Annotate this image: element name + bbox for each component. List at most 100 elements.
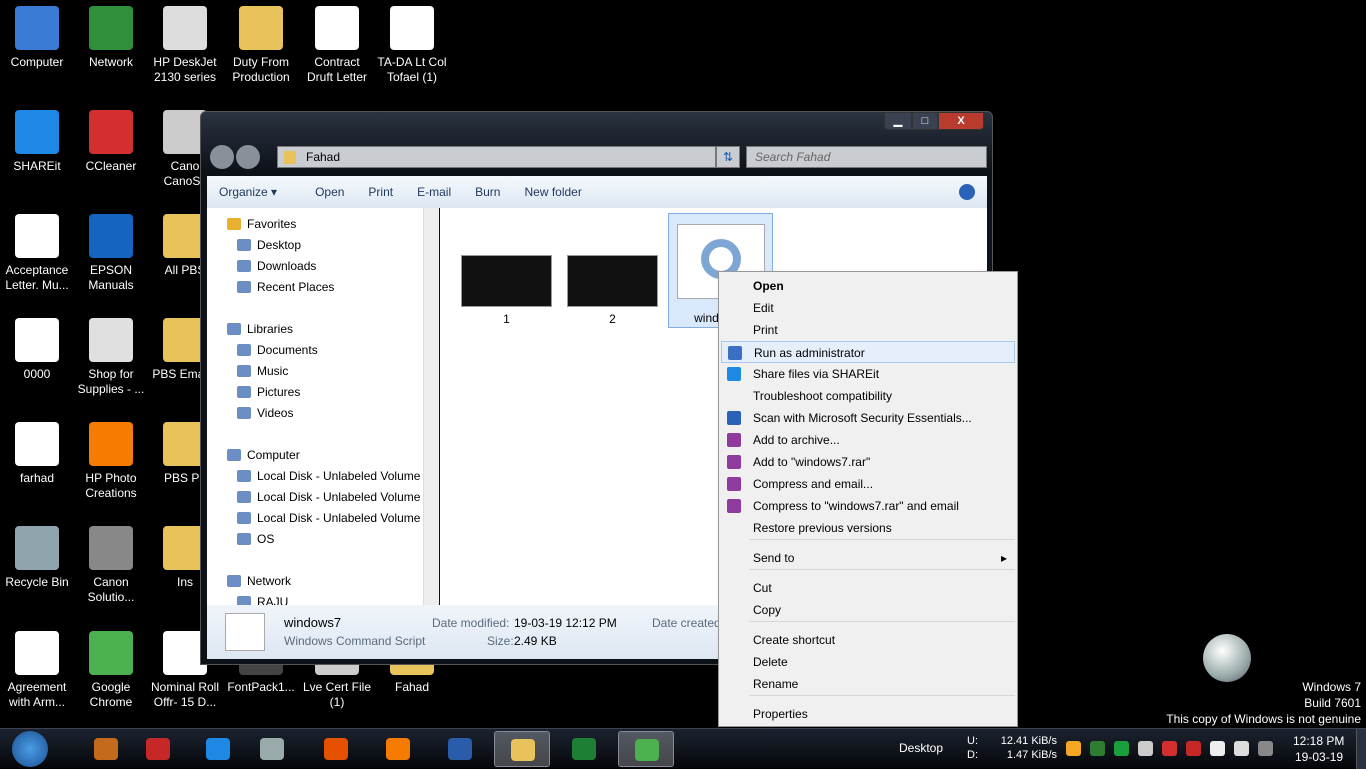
show-desktop-button[interactable] bbox=[1356, 729, 1366, 769]
desktop-icon[interactable]: Acceptance Letter. Mu... bbox=[0, 210, 74, 293]
back-button[interactable] bbox=[210, 145, 234, 169]
organize-button[interactable]: Organize ▾ bbox=[207, 185, 289, 199]
menu-item[interactable]: Cut bbox=[721, 577, 1015, 599]
menu-item-icon bbox=[727, 367, 741, 381]
desktop-icon[interactable]: EPSON Manuals bbox=[74, 210, 148, 293]
menu-item[interactable]: Delete bbox=[721, 651, 1015, 673]
nav-item[interactable]: Videos bbox=[237, 406, 293, 420]
taskbar-explorer-button[interactable] bbox=[494, 731, 550, 767]
clock-date[interactable]: 19-03-19 bbox=[1295, 750, 1343, 764]
nav-item[interactable]: Local Disk - Unlabeled Volume bbox=[237, 469, 420, 483]
nav-item[interactable]: Desktop bbox=[237, 238, 301, 252]
open-button[interactable]: Open bbox=[289, 185, 356, 199]
forward-button[interactable] bbox=[236, 145, 260, 169]
menu-item[interactable]: Compress and email... bbox=[721, 473, 1015, 495]
file-thumbnail[interactable] bbox=[567, 255, 658, 307]
taskbar-word-button[interactable] bbox=[432, 731, 488, 767]
maximize-button[interactable]: □ bbox=[912, 112, 938, 130]
desktop-icon[interactable]: TA-DA Lt Col Tofael (1) bbox=[375, 2, 449, 85]
clock-time[interactable]: 12:18 PM bbox=[1293, 734, 1344, 748]
print-button[interactable]: Print bbox=[356, 185, 405, 199]
ime-icon[interactable] bbox=[1066, 741, 1081, 756]
desktop-icon[interactable]: Duty From Production bbox=[224, 2, 298, 85]
taskbar-media-player-button[interactable] bbox=[78, 731, 134, 767]
volume-muted-icon[interactable] bbox=[1210, 741, 1225, 756]
desktop-icon[interactable]: farhad bbox=[0, 418, 74, 486]
desktop-icon[interactable]: Canon Solutio... bbox=[74, 522, 148, 605]
menu-item[interactable]: Compress to "windows7.rar" and email bbox=[721, 495, 1015, 517]
taskbar-excel-button[interactable] bbox=[556, 731, 612, 767]
gadget-icon[interactable] bbox=[1203, 634, 1251, 682]
menu-item[interactable]: Open bbox=[721, 275, 1015, 297]
acrobat-tray-icon[interactable] bbox=[1186, 741, 1201, 756]
new-folder-button[interactable]: New folder bbox=[512, 185, 593, 199]
desktop-icon[interactable]: Contract Druft Letter bbox=[300, 2, 374, 85]
nav-item[interactable]: Documents bbox=[237, 343, 318, 357]
desktop-icon-image bbox=[89, 6, 133, 50]
nav-scrollbar[interactable] bbox=[423, 208, 439, 605]
menu-item[interactable]: Create shortcut bbox=[721, 629, 1015, 651]
desktop-icon[interactable]: Google Chrome bbox=[74, 627, 148, 710]
sync-icon[interactable] bbox=[1114, 741, 1129, 756]
nav-group[interactable]: Libraries bbox=[227, 322, 293, 336]
desktop-icon[interactable]: HP Photo Creations bbox=[74, 418, 148, 501]
nav-item[interactable]: OS bbox=[237, 532, 274, 546]
nav-group[interactable]: Computer bbox=[227, 448, 300, 462]
menu-item[interactable]: Add to "windows7.rar" bbox=[721, 451, 1015, 473]
ccleaner-icon[interactable] bbox=[1162, 741, 1177, 756]
menu-item[interactable]: Properties bbox=[721, 703, 1015, 725]
close-button[interactable]: X bbox=[938, 112, 984, 130]
desktop-icon[interactable]: 0000 bbox=[0, 314, 74, 382]
taskbar-firefox-button[interactable] bbox=[308, 731, 364, 767]
file-thumbnail[interactable] bbox=[461, 255, 552, 307]
menu-item[interactable]: Run as administrator bbox=[721, 341, 1015, 363]
menu-item[interactable]: Print bbox=[721, 319, 1015, 341]
network-icon[interactable] bbox=[1234, 741, 1249, 756]
nav-item[interactable]: Local Disk - Unlabeled Volume bbox=[237, 490, 420, 504]
menu-item[interactable]: Copy bbox=[721, 599, 1015, 621]
menu-item[interactable]: Share files via SHAREit bbox=[721, 363, 1015, 385]
refresh-button[interactable]: ⇅ bbox=[716, 146, 740, 168]
nav-item[interactable]: Pictures bbox=[237, 385, 300, 399]
menu-item[interactable]: Scan with Microsoft Security Essentials.… bbox=[721, 407, 1015, 429]
taskbar-calculator-button[interactable] bbox=[244, 731, 300, 767]
taskbar-internet-explorer-button[interactable] bbox=[190, 731, 246, 767]
nav-item[interactable]: Recent Places bbox=[237, 280, 334, 294]
start-button[interactable] bbox=[12, 731, 48, 767]
download-manager-icon[interactable] bbox=[1090, 741, 1105, 756]
search-input[interactable]: Search Fahad bbox=[746, 146, 987, 168]
nav-item[interactable]: Music bbox=[237, 364, 288, 378]
burn-button[interactable]: Burn bbox=[463, 185, 512, 199]
desktop-icon[interactable]: Recycle Bin bbox=[0, 522, 74, 590]
menu-item[interactable]: Edit bbox=[721, 297, 1015, 319]
menu-item[interactable]: Send to ▸ bbox=[721, 547, 1015, 569]
desktop-icon[interactable]: CCleaner bbox=[74, 106, 148, 174]
taskbar-video-player-button[interactable] bbox=[370, 731, 426, 767]
file-label[interactable]: 1 bbox=[461, 312, 552, 326]
nav-group[interactable]: Network bbox=[227, 574, 291, 588]
minimize-button[interactable]: ▁ bbox=[884, 112, 912, 130]
desktop-icon[interactable]: SHAREit bbox=[0, 106, 74, 174]
menu-item[interactable]: Rename bbox=[721, 673, 1015, 695]
desktop-icon[interactable]: HP DeskJet 2130 series bbox=[148, 2, 222, 85]
taskbar-chrome-button[interactable] bbox=[618, 731, 674, 767]
printer-icon[interactable] bbox=[1138, 741, 1153, 756]
address-bar[interactable]: Fahad bbox=[277, 146, 716, 168]
action-center-icon[interactable] bbox=[1258, 741, 1273, 756]
email-button[interactable]: E-mail bbox=[405, 185, 463, 199]
nav-item[interactable]: RAJU bbox=[237, 595, 288, 605]
desktop-icon[interactable]: Computer bbox=[0, 2, 74, 70]
desktop-icon[interactable]: Agreement with Arm... bbox=[0, 627, 74, 710]
desktop-toolbar[interactable]: Desktop bbox=[899, 741, 943, 755]
taskbar-acrobat-button[interactable] bbox=[130, 731, 186, 767]
desktop-icon[interactable]: Network bbox=[74, 2, 148, 70]
desktop-icon[interactable]: Shop for Supplies - ... bbox=[74, 314, 148, 397]
nav-item[interactable]: Local Disk - Unlabeled Volume bbox=[237, 511, 420, 525]
menu-item[interactable]: Restore previous versions bbox=[721, 517, 1015, 539]
help-icon[interactable] bbox=[959, 184, 975, 200]
nav-item[interactable]: Downloads bbox=[237, 259, 316, 273]
file-label[interactable]: 2 bbox=[567, 312, 658, 326]
menu-item[interactable]: Add to archive... bbox=[721, 429, 1015, 451]
nav-group[interactable]: Favorites bbox=[227, 217, 296, 231]
menu-item[interactable]: Troubleshoot compatibility bbox=[721, 385, 1015, 407]
